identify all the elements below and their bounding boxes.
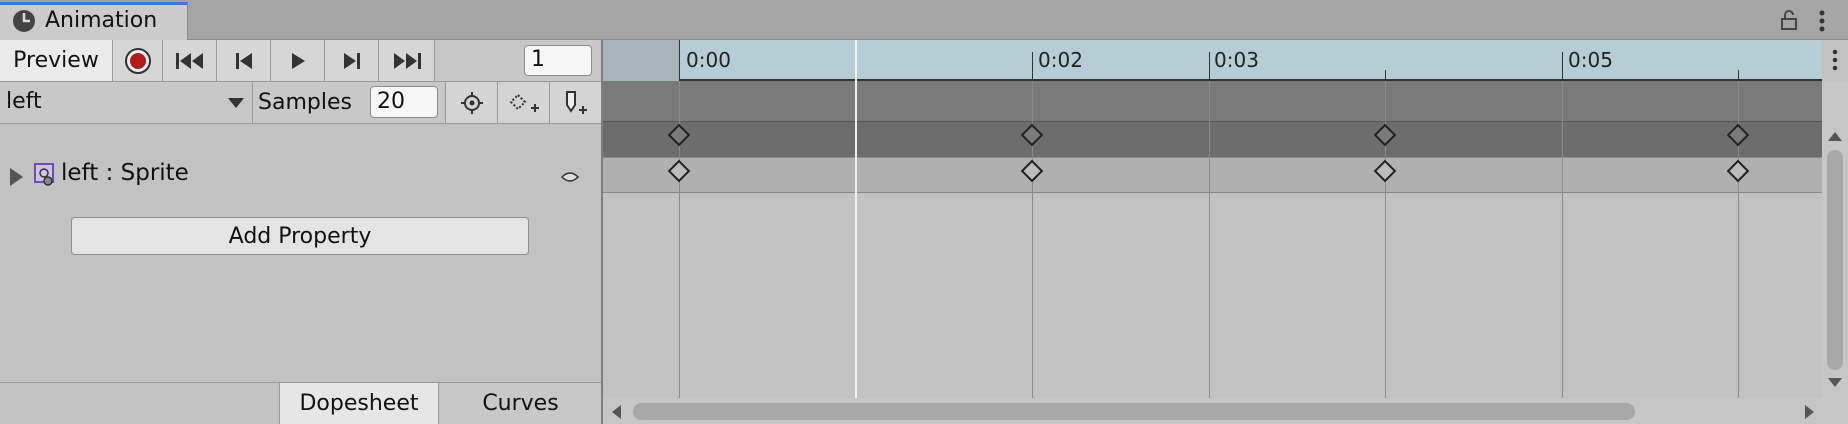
ruler-tick [1562, 52, 1563, 81]
sprite-renderer-icon [34, 163, 54, 186]
clip-bar: left Samples 20 [0, 82, 601, 124]
samples-label: Samples [258, 90, 352, 115]
add-event-icon [565, 90, 587, 114]
chevron-down-icon [228, 98, 244, 108]
scroll-up-icon[interactable] [1828, 132, 1842, 141]
grid-line [1209, 81, 1210, 398]
play-icon [291, 52, 305, 69]
kebab-menu-icon [1832, 49, 1838, 71]
first-key-icon [175, 52, 203, 69]
frame-input[interactable]: 1 [524, 45, 592, 76]
tab-dopesheet[interactable]: Dopesheet [279, 383, 439, 424]
prev-key-icon [235, 52, 252, 69]
ruler-label: 0:02 [1038, 48, 1083, 72]
preview-button[interactable]: Preview [0, 40, 113, 81]
record-icon [124, 47, 151, 74]
timeline-menu-button[interactable] [1822, 40, 1848, 81]
clip-keyframe-track[interactable] [603, 121, 1822, 157]
ruler-negative-range [603, 40, 679, 81]
ruler-tick [1738, 70, 1739, 81]
last-key-icon [393, 52, 421, 69]
tab-title: Animation [45, 8, 158, 33]
clip-dropdown[interactable]: left [0, 82, 253, 123]
scroll-down-icon[interactable] [1828, 378, 1842, 387]
filter-by-selection-button[interactable] [445, 82, 497, 123]
play-button[interactable] [271, 40, 325, 81]
expand-arrow-icon[interactable] [10, 168, 23, 186]
record-button[interactable] [113, 40, 163, 81]
ruler-tick [1385, 70, 1386, 81]
vertical-scroll-thumb[interactable] [1827, 150, 1843, 370]
scroll-left-icon[interactable] [612, 405, 621, 419]
time-ruler[interactable] [603, 40, 1822, 81]
property-keyframe-track[interactable] [603, 157, 1822, 193]
clock-icon [13, 10, 35, 32]
add-keyframe-icon [509, 93, 539, 112]
filter-by-selection-icon [460, 91, 483, 114]
next-key-icon [343, 52, 360, 69]
samples-input[interactable]: 20 [370, 86, 438, 118]
window-menu-icon[interactable] [1812, 9, 1832, 33]
next-key-button[interactable] [325, 40, 379, 81]
summary-track [603, 81, 1822, 121]
dopesheet-empty-area[interactable] [603, 193, 1822, 398]
ruler-tick [1209, 52, 1210, 81]
add-keyframe-button[interactable] [497, 82, 549, 123]
ruler-label: 0:00 [686, 48, 731, 72]
add-event-button[interactable] [549, 82, 601, 123]
ruler-label: 0:05 [1568, 48, 1613, 72]
horizontal-scroll-thumb[interactable] [633, 403, 1635, 420]
first-key-button[interactable] [163, 40, 217, 81]
animation-toolbar: Preview 1 [0, 40, 601, 82]
curve-toggle-icon[interactable] [560, 171, 580, 183]
scroll-right-icon[interactable] [1805, 405, 1814, 419]
ruler-tick [1032, 52, 1033, 81]
window-tab-strip [0, 0, 1848, 40]
ruler-tick [679, 40, 680, 81]
grid-line [1562, 81, 1563, 398]
add-property-button[interactable]: Add Property [71, 217, 529, 255]
lock-icon[interactable] [1778, 9, 1800, 31]
playhead[interactable] [855, 40, 857, 398]
property-label: left : Sprite [61, 160, 189, 186]
tab-curves[interactable]: Curves [440, 383, 601, 424]
ruler-label: 0:03 [1214, 48, 1259, 72]
prev-key-button[interactable] [217, 40, 271, 81]
last-key-button[interactable] [379, 40, 435, 81]
